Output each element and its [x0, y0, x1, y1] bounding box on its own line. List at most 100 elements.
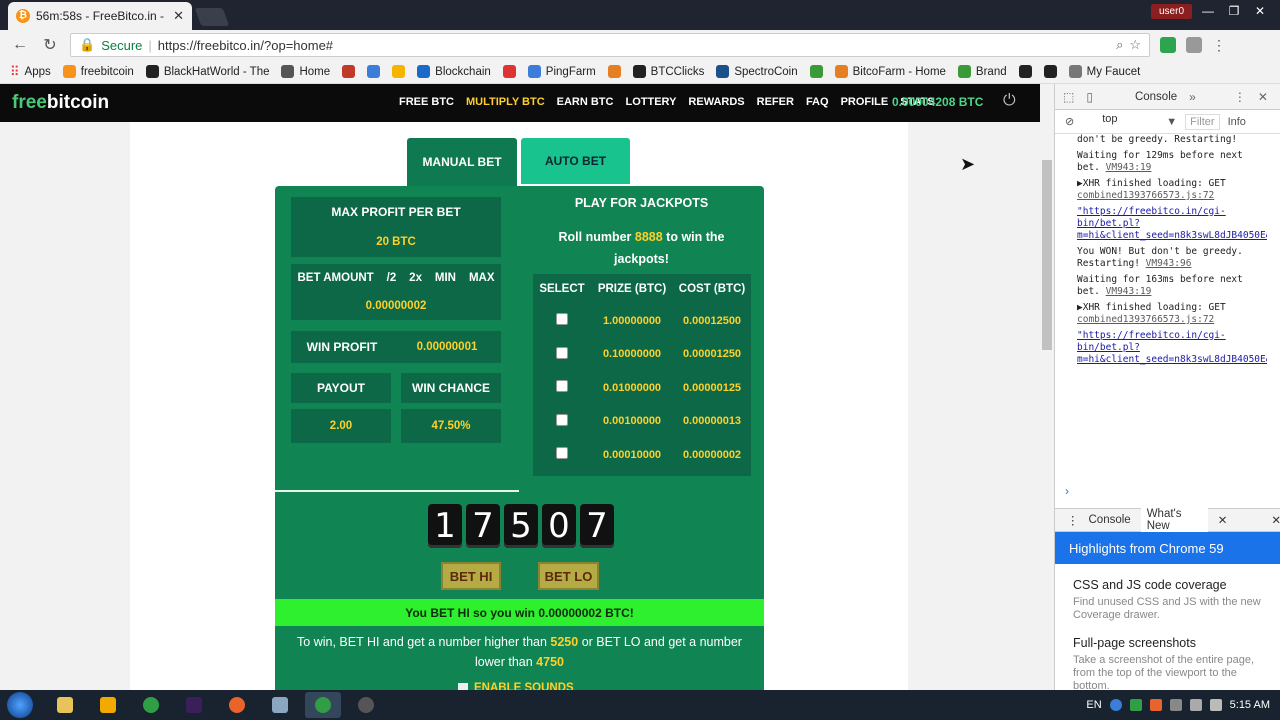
- taskbar-app[interactable]: [262, 692, 298, 718]
- tab-close-icon[interactable]: ✕: [173, 8, 184, 24]
- nav-free-btc[interactable]: FREE BTC: [399, 96, 454, 108]
- taskbar-app[interactable]: [219, 692, 255, 718]
- profile-user[interactable]: user0: [1150, 3, 1192, 19]
- extension-icon[interactable]: [1186, 37, 1202, 53]
- bookmark-item[interactable]: BlackHatWorld - The: [145, 65, 269, 78]
- menu-icon[interactable]: ⋮: [1212, 37, 1228, 53]
- bet-amount-input[interactable]: 0.00000002: [291, 292, 501, 320]
- jackpot-checkbox[interactable]: [556, 380, 568, 393]
- browser-tab[interactable]: ₿ 56m:58s - FreeBitco.in - ✕: [8, 2, 192, 30]
- close-window-icon[interactable]: ✕: [1250, 4, 1270, 18]
- bookmark-item[interactable]: [392, 65, 406, 78]
- payout-input[interactable]: 2.00: [291, 409, 391, 443]
- language-indicator[interactable]: EN: [1086, 699, 1101, 711]
- bookmark-star-icon[interactable]: ☆: [1129, 37, 1141, 53]
- bookmark-item[interactable]: PingFarm: [527, 65, 596, 78]
- tray-icon[interactable]: [1129, 699, 1142, 711]
- jackpot-checkbox[interactable]: [556, 313, 568, 326]
- taskbar-app[interactable]: [133, 692, 169, 718]
- win-chance-input[interactable]: 47.50%: [401, 409, 501, 443]
- console-filter-input[interactable]: Filter: [1185, 113, 1220, 130]
- new-tab-button[interactable]: [194, 8, 230, 26]
- reload-icon[interactable]: ↻: [40, 35, 60, 55]
- console-source-link[interactable]: VM943:19: [1106, 286, 1152, 297]
- half-bet-button[interactable]: /2: [387, 272, 397, 284]
- more-tabs-icon[interactable]: »: [1189, 90, 1196, 104]
- console-prompt[interactable]: ›: [1065, 484, 1069, 498]
- nav-refer[interactable]: REFER: [757, 96, 794, 108]
- feature-title[interactable]: CSS and JS code coverage: [1073, 578, 1267, 592]
- nav-rewards[interactable]: REWARDS: [688, 96, 744, 108]
- nav-lottery[interactable]: LOTTERY: [625, 96, 676, 108]
- help-icon[interactable]: [1109, 699, 1122, 711]
- clock[interactable]: 5:15 AM: [1230, 699, 1270, 711]
- drawer-close-icon[interactable]: ✕: [1271, 513, 1280, 527]
- bookmark-item[interactable]: Home: [281, 65, 330, 78]
- site-logo[interactable]: freebitcoin: [12, 92, 109, 114]
- tray-icon[interactable]: [1149, 699, 1162, 711]
- nav-profile[interactable]: PROFILE: [841, 96, 889, 108]
- nav-earn-btc[interactable]: EARN BTC: [557, 96, 614, 108]
- inspect-icon[interactable]: ⬚: [1063, 90, 1074, 104]
- network-icon[interactable]: [1189, 699, 1202, 711]
- jackpot-checkbox[interactable]: [556, 447, 568, 460]
- bookmark-item[interactable]: Blockchain: [417, 65, 491, 78]
- bet-hi-button[interactable]: BET HI: [441, 562, 501, 590]
- devtools-close-icon[interactable]: ✕: [1258, 90, 1268, 104]
- back-icon[interactable]: ←: [10, 36, 30, 54]
- bookmark-item[interactable]: freebitcoin: [62, 65, 134, 78]
- devtools-menu-icon[interactable]: ⋮: [1234, 90, 1246, 104]
- maximize-icon[interactable]: ❐: [1224, 4, 1244, 18]
- bookmark-item[interactable]: [607, 65, 621, 78]
- bookmark-item[interactable]: [367, 65, 381, 78]
- log-level-select[interactable]: Info: [1228, 116, 1246, 128]
- drawer-menu-icon[interactable]: ⋮: [1067, 513, 1079, 527]
- page-scrollbar[interactable]: [1040, 84, 1054, 690]
- bookmark-item[interactable]: [502, 65, 516, 78]
- taskbar-app[interactable]: [90, 692, 126, 718]
- context-select[interactable]: top: [1088, 113, 1158, 131]
- max-bet-button[interactable]: MAX: [469, 272, 495, 284]
- tray-icon[interactable]: [1169, 699, 1182, 711]
- volume-icon[interactable]: [1209, 699, 1222, 711]
- feature-title[interactable]: Full-page screenshots: [1073, 636, 1267, 650]
- bookmark-item[interactable]: [809, 65, 823, 78]
- tab-auto-bet[interactable]: AUTO BET: [521, 138, 630, 184]
- bet-lo-button[interactable]: BET LO: [538, 562, 599, 590]
- url-bar[interactable]: 🔒 Secure | https://freebitco.in/?op=home…: [70, 33, 1150, 57]
- taskbar-app[interactable]: [47, 692, 83, 718]
- bookmark-item[interactable]: [342, 65, 356, 78]
- taskbar-app[interactable]: [348, 692, 384, 718]
- zoom-icon[interactable]: ⌕: [1116, 37, 1123, 53]
- double-bet-button[interactable]: 2x: [409, 272, 422, 284]
- extension-icon[interactable]: [1160, 37, 1176, 53]
- nav-faq[interactable]: FAQ: [806, 96, 829, 108]
- jackpot-checkbox[interactable]: [556, 346, 568, 359]
- console-text[interactable]: "https://freebitco.in/cgi-bin/bet.pl?m=h…: [1077, 330, 1267, 365]
- jackpot-checkbox[interactable]: [556, 413, 568, 426]
- url-text[interactable]: https://freebitco.in/?op=home#: [158, 38, 1110, 53]
- bookmark-item[interactable]: [1018, 65, 1032, 78]
- bookmark-item[interactable]: Brand: [957, 65, 1007, 78]
- power-icon[interactable]: ⏻: [1003, 92, 1016, 110]
- minimize-icon[interactable]: —: [1198, 4, 1218, 18]
- console-source-link[interactable]: VM943:96: [1146, 258, 1192, 269]
- bookmark-item[interactable]: SpectroCoin: [716, 65, 798, 78]
- device-toolbar-icon[interactable]: ▯: [1086, 90, 1093, 104]
- taskbar-app[interactable]: [176, 692, 212, 718]
- min-bet-button[interactable]: MIN: [435, 272, 456, 284]
- drawer-tab-console[interactable]: Console: [1089, 514, 1131, 526]
- devtools-console-tab[interactable]: Console: [1135, 91, 1177, 103]
- clear-console-icon[interactable]: ⊘: [1065, 115, 1074, 128]
- scroll-thumb[interactable]: [1042, 160, 1052, 350]
- bookmark-item[interactable]: [1043, 65, 1057, 78]
- apps-bookmark[interactable]: ⠿ Apps: [10, 64, 51, 80]
- bookmark-item[interactable]: My Faucet: [1068, 65, 1140, 78]
- context-dropdown-icon[interactable]: ▼: [1166, 116, 1177, 128]
- drawer-tab-close-icon[interactable]: ✕: [1218, 513, 1228, 527]
- console-source-link[interactable]: VM943:19: [1106, 162, 1152, 173]
- bookmark-item[interactable]: BitcoFarm - Home: [834, 65, 946, 78]
- console-text[interactable]: "https://freebitco.in/cgi-bin/bet.pl?m=h…: [1077, 206, 1267, 241]
- nav-multiply-btc[interactable]: MULTIPLY BTC: [466, 96, 545, 108]
- console-source-link[interactable]: combined1393766573.js:72: [1077, 314, 1214, 325]
